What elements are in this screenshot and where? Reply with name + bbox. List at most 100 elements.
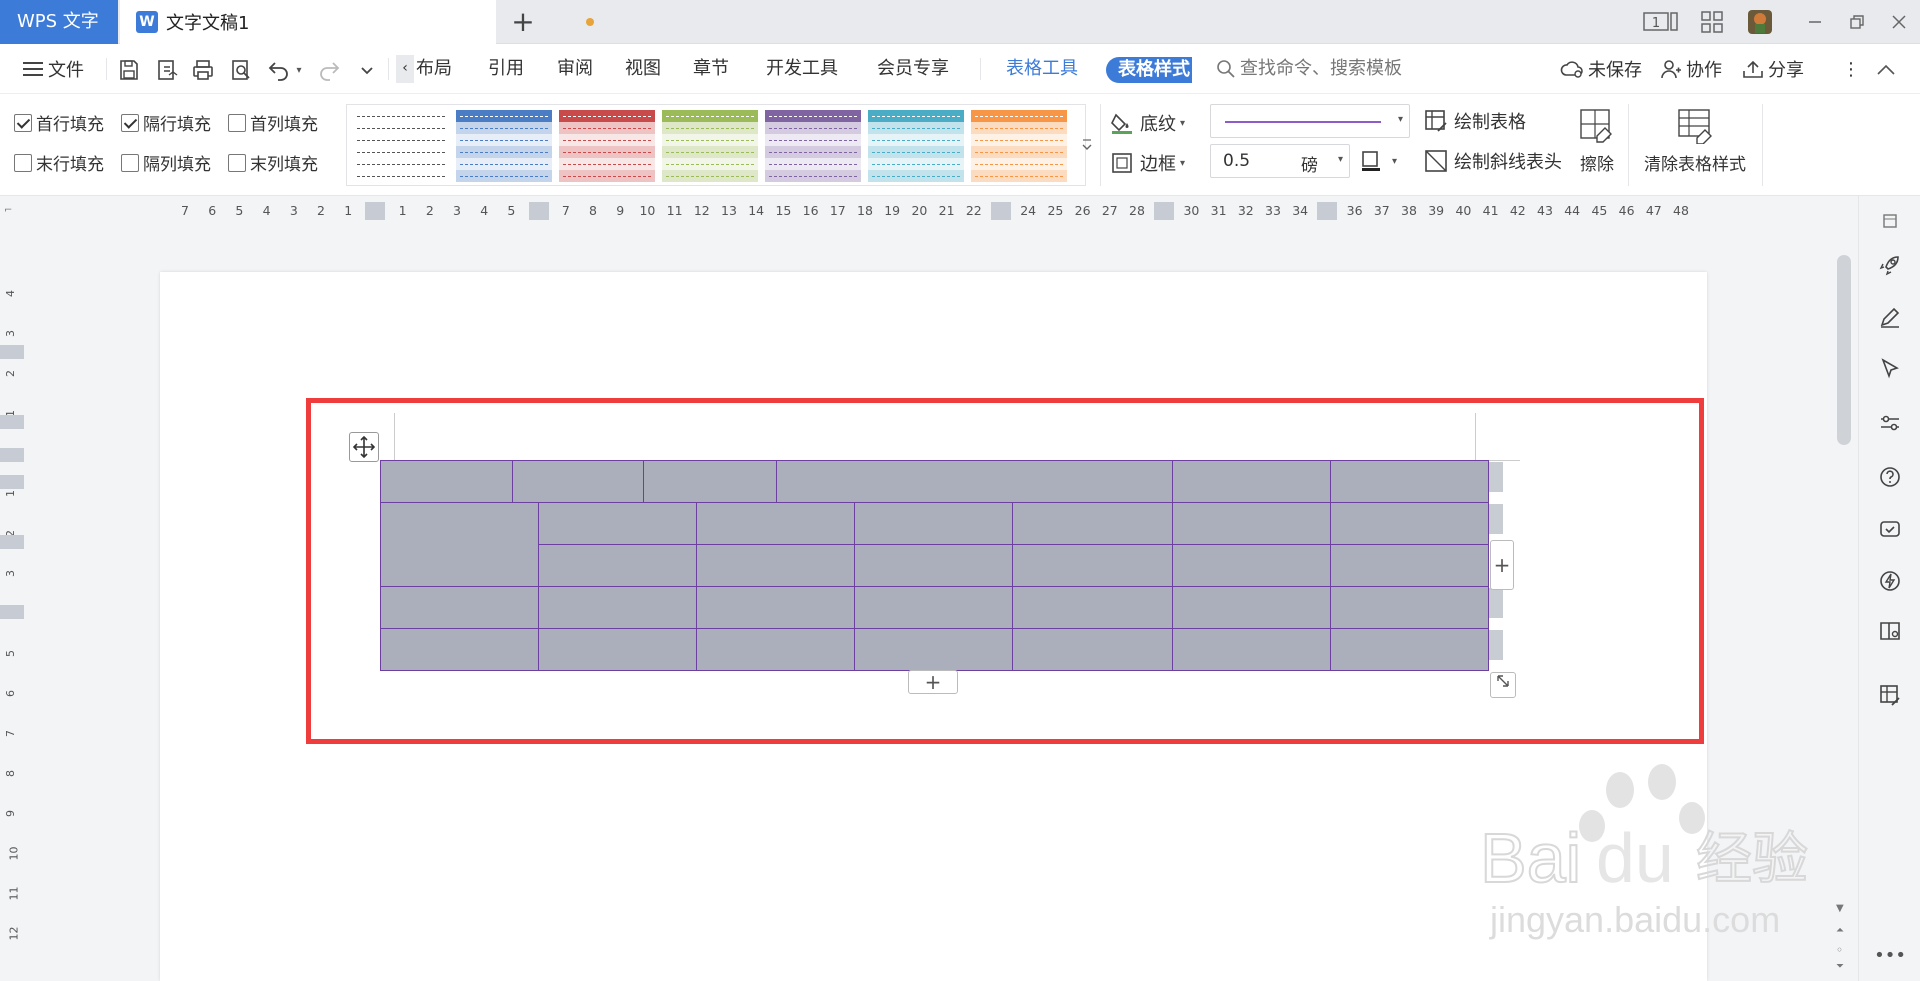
shading-button[interactable]: 底纹 ▾ (1110, 110, 1185, 136)
lightning-icon[interactable] (1875, 566, 1905, 596)
checkbox-last-column[interactable]: 末列填充 (228, 150, 318, 175)
page-counter-icon: 1 (1643, 12, 1678, 31)
help-icon[interactable] (1875, 462, 1905, 492)
checkbox-header-row[interactable]: 首行填充 (14, 110, 104, 135)
line-width-select[interactable]: 0.5 磅 ▾ (1210, 144, 1350, 178)
table-style-swatch[interactable] (765, 110, 861, 182)
export-pdf-icon[interactable] (154, 57, 180, 83)
row-marker[interactable] (0, 345, 24, 359)
select-browse-icon[interactable]: ◦ (1836, 943, 1843, 957)
ribbon-scroll-left-button[interactable]: ‹ (396, 55, 414, 83)
draw-table-button[interactable]: 绘制表格 (1424, 108, 1526, 134)
tab-stop-icon[interactable]: ⌐ (4, 205, 12, 216)
horizontal-ruler[interactable]: ⌐ 7 6 5 4 3 2 1 1 2 3 4 5 7 8 9 10 11 12 13 14 15 16 17 18 19 20 2… (0, 197, 1858, 225)
writer-doc-icon: W (136, 11, 158, 33)
ruler-number: 4 (480, 203, 489, 218)
table-style-plain[interactable] (353, 110, 449, 182)
share-button[interactable]: 分享 (1742, 44, 1804, 94)
command-search[interactable]: 查找命令、搜索模板 (1216, 44, 1402, 94)
tab-layout[interactable]: 布局 (416, 44, 452, 94)
restore-icon[interactable] (1842, 8, 1872, 36)
select-cursor-icon[interactable] (1875, 354, 1905, 384)
ruler-number: 1 (4, 490, 17, 497)
pen-edit-icon[interactable] (1875, 302, 1905, 332)
tab-table-style[interactable]: 表格样式 (1106, 57, 1192, 83)
table-properties-icon[interactable] (1875, 680, 1905, 710)
row-marker[interactable] (0, 535, 24, 549)
gallery-expand-icon[interactable] (1078, 110, 1096, 180)
grid-apps-icon[interactable] (1698, 8, 1726, 36)
unsaved-status-button[interactable]: 未保存 (1560, 44, 1642, 94)
tab-section[interactable]: 章节 (693, 44, 729, 94)
line-color-button[interactable]: ▾ (1360, 150, 1397, 172)
undo-dropdown-icon[interactable]: ▾ (290, 57, 304, 83)
adjust-sliders-icon[interactable] (1875, 408, 1905, 438)
panel-toggle-icon[interactable] (1875, 206, 1905, 236)
ruler-number: 6 (208, 203, 217, 218)
table-style-swatch[interactable] (559, 110, 655, 182)
print-preview-icon[interactable] (228, 57, 254, 83)
ruler-number: 3 (4, 330, 17, 337)
tab-review[interactable]: 审阅 (557, 44, 593, 94)
collaborate-button[interactable]: 协作 (1660, 44, 1722, 94)
erase-button[interactable]: 擦除 (1576, 108, 1618, 184)
clear-table-style-button[interactable]: 清除表格样式 (1640, 108, 1750, 184)
tab-table-tools[interactable]: 表格工具 (1006, 44, 1078, 94)
minimize-icon[interactable] (1800, 8, 1830, 36)
quick-access-more-icon[interactable] (354, 57, 380, 83)
scroll-down-icon[interactable]: ▼ (1836, 903, 1844, 914)
border-button[interactable]: 边框 ▾ (1110, 150, 1185, 176)
shading-label: 底纹 (1140, 114, 1176, 135)
checkbox-banded-columns[interactable]: 隔列填充 (121, 150, 211, 175)
table-style-swatch[interactable] (456, 110, 552, 182)
new-tab-button[interactable]: + (508, 4, 538, 40)
row-marker[interactable] (0, 605, 24, 619)
table-style-swatch[interactable] (868, 110, 964, 182)
column-marker[interactable] (1317, 202, 1338, 220)
more-tools-icon[interactable]: ••• (1874, 940, 1906, 970)
scrollbar-thumb[interactable] (1837, 255, 1851, 445)
erase-label: 擦除 (1580, 155, 1614, 175)
collapse-ribbon-icon[interactable] (1876, 44, 1900, 94)
row-marker[interactable] (0, 448, 24, 462)
print-icon[interactable] (190, 57, 216, 83)
checkbox-total-row[interactable]: 末行填充 (14, 150, 104, 175)
save-icon[interactable] (116, 57, 142, 83)
reading-mode-icon[interactable] (1875, 616, 1905, 646)
ruler-number: 28 (1129, 203, 1145, 218)
undo-icon[interactable] (266, 57, 292, 83)
ruler-number: 6 (4, 690, 17, 697)
prev-page-icon[interactable]: ⏶ (1836, 925, 1844, 936)
ruler-number: 41 (1482, 203, 1499, 218)
cloud-sync-icon[interactable] (1875, 514, 1905, 544)
vertical-ruler[interactable]: 4321123456789101112 (0, 225, 28, 981)
tab-references[interactable]: 引用 (488, 44, 524, 94)
row-marker[interactable] (0, 415, 24, 429)
column-marker[interactable] (528, 202, 549, 220)
file-menu-button[interactable]: 文件 (22, 44, 84, 94)
table-style-swatch[interactable] (971, 110, 1067, 182)
tab-developer[interactable]: 开发工具 (766, 44, 838, 94)
table-style-swatch[interactable] (662, 110, 758, 182)
rocket-icon[interactable] (1875, 250, 1905, 280)
column-marker[interactable] (991, 202, 1011, 220)
tab-view[interactable]: 视图 (625, 44, 661, 94)
row-marker[interactable] (0, 475, 24, 489)
column-marker[interactable] (365, 202, 386, 220)
more-options-icon[interactable]: ⋮ (1842, 44, 1860, 94)
checkbox-first-column[interactable]: 首列填充 (228, 110, 318, 135)
checkbox-banded-rows[interactable]: 隔行填充 (121, 110, 211, 135)
column-marker[interactable] (1154, 202, 1175, 220)
close-icon[interactable] (1884, 8, 1914, 36)
app-tab[interactable]: WPS 文字 (0, 0, 118, 44)
next-page-icon[interactable]: ⏷ (1836, 961, 1844, 972)
ruler-number: 21 (938, 203, 955, 218)
page-layout-button[interactable]: 1 (1642, 8, 1680, 36)
document-tab[interactable]: W 文字文稿1 (120, 0, 594, 44)
file-menu-label: 文件 (48, 60, 84, 81)
line-style-select[interactable]: ▾ (1210, 104, 1410, 138)
tab-member[interactable]: 会员专享 (877, 44, 949, 94)
avatar[interactable] (1744, 8, 1776, 36)
draw-diagonal-header-button[interactable]: 绘制斜线表头 (1424, 148, 1562, 174)
vertical-scrollbar[interactable]: ▼ ⏶ ◦ ⏷ (1832, 225, 1856, 981)
